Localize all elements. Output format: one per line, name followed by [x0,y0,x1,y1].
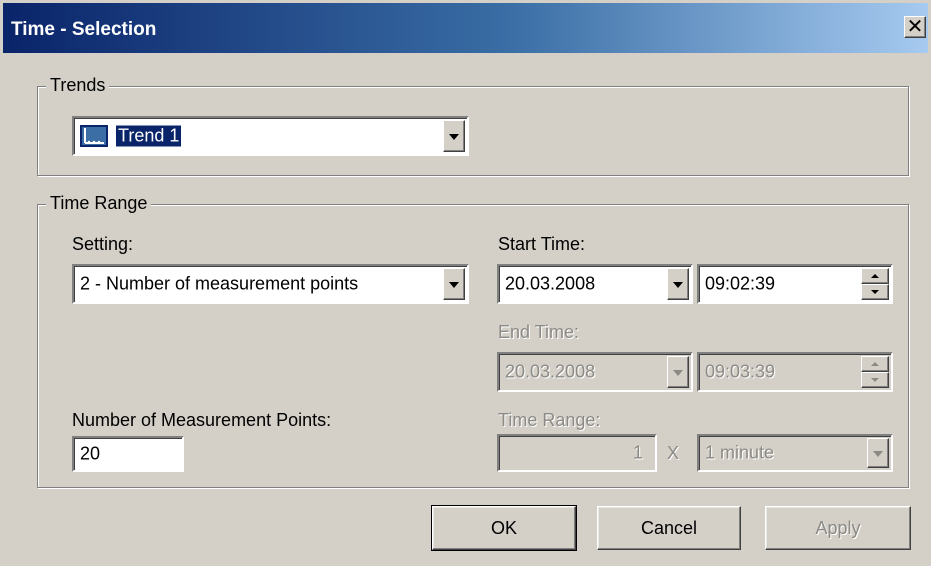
time-range-group-label: Time Range [46,193,152,214]
num-points-input[interactable]: 20 [72,436,184,472]
setting-select[interactable]: 2 - Number of measurement points [72,264,469,304]
trend-select[interactable]: Trend 1 [72,116,469,156]
time-range-unit-value: 1 minute [705,442,775,463]
time-range-label: Time Range: [498,410,601,430]
time-range-input: 1 [497,434,657,472]
end-time-increment-button [861,356,889,372]
num-points-label: Number of Measurement Points: [72,410,332,430]
cancel-button[interactable]: Cancel [597,506,741,550]
trend-dropdown-button[interactable] [443,120,465,152]
time-range-unit-select: 1 minute [697,434,893,472]
end-date-value: 20.03.2008 [505,361,596,382]
end-date-dropdown-button [667,356,689,388]
start-time-label: Start Time: [498,234,586,254]
ok-button[interactable]: OK [431,505,577,551]
window-title: Time - Selection [11,19,157,40]
time-range-multiplier: X [667,443,680,463]
end-date-picker: 20.03.2008 [497,352,693,392]
time-range-value: 1 [632,442,643,463]
end-time-value: 09:03:39 [705,361,776,382]
cancel-button-label: Cancel [640,517,698,538]
setting-value: 2 - Number of measurement points [80,273,359,294]
start-date-dropdown-button[interactable] [667,268,689,300]
apply-button: Apply [765,506,911,550]
chevron-down-icon [673,370,683,376]
num-points-value: 20 [80,443,101,464]
time-selection-dialog: Time - Selection ✕ Trends Trend 1 Time R… [0,0,931,566]
chevron-down-icon [871,378,879,382]
close-button[interactable]: ✕ [904,16,926,38]
trend-chart-icon [80,125,108,147]
start-date-value: 20.03.2008 [505,273,596,294]
start-time-decrement-button[interactable] [861,284,889,300]
title-bar[interactable]: Time - Selection ✕ [3,3,928,53]
end-time-decrement-button [861,372,889,388]
chevron-down-icon [871,290,879,294]
chevron-down-icon [673,282,683,288]
start-time-spinner[interactable]: 09:02:39 [697,264,893,304]
close-icon: ✕ [906,16,924,38]
end-time-label: End Time: [498,322,580,342]
setting-label: Setting: [72,234,134,254]
time-range-unit-dropdown-button [867,438,889,468]
start-time-increment-button[interactable] [861,268,889,284]
trends-group-label: Trends [46,75,110,96]
setting-dropdown-button[interactable] [443,268,465,300]
chevron-up-icon [871,274,879,278]
chevron-down-icon [449,134,459,140]
start-date-picker[interactable]: 20.03.2008 [497,264,693,304]
chevron-down-icon [449,282,459,288]
start-time-value: 09:02:39 [705,273,776,294]
ok-button-label: OK [490,517,517,538]
trend-selected-value: Trend 1 [114,124,183,148]
end-time-spinner: 09:03:39 [697,352,893,392]
apply-button-label: Apply [815,517,861,538]
chevron-down-icon [873,451,883,457]
chevron-up-icon [871,362,879,366]
